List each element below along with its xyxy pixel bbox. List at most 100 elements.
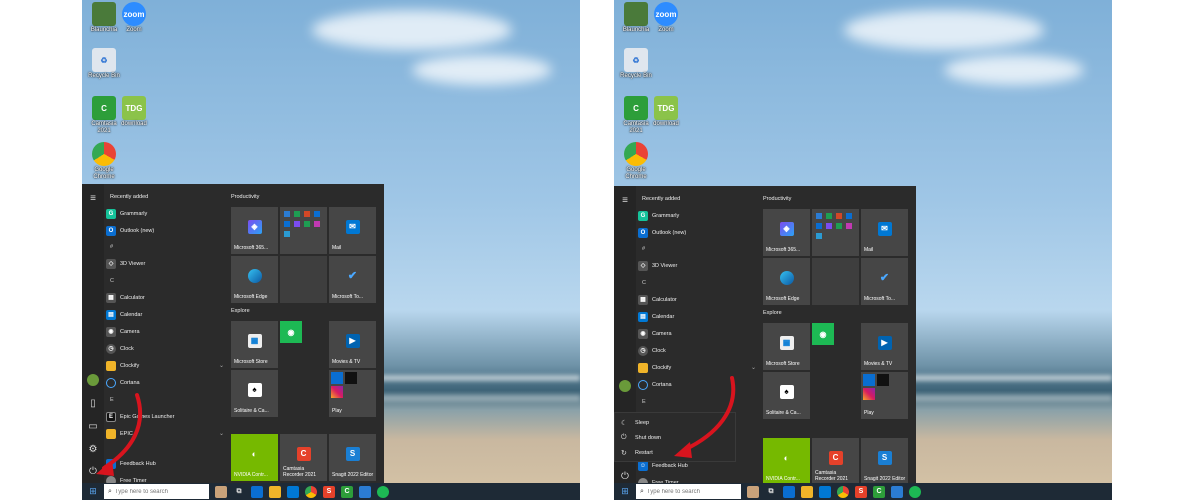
tile-mail[interactable]: ✉ Mail xyxy=(329,207,376,254)
tile-nvidia[interactable]: ◐ NVIDIA Contr... xyxy=(231,434,278,481)
tile-office-group[interactable] xyxy=(280,207,327,254)
file-explorer-icon[interactable] xyxy=(801,485,813,498)
desktop-icon-recycle-bin[interactable]: ♻ Recycle Bin xyxy=(616,48,656,80)
spotify-taskbar-icon[interactable] xyxy=(909,485,921,498)
desktop-icon-chrome[interactable]: Google Chrome xyxy=(84,142,124,181)
tile-microsoft-store[interactable]: ▦ Microsoft Store xyxy=(763,323,810,370)
app-calculator[interactable]: ▦ Calculator xyxy=(106,290,224,305)
tile-spotify[interactable]: ◉ xyxy=(812,323,834,345)
tile-snagit[interactable]: S Snagit 2022 Editor xyxy=(861,438,908,485)
windows-start-icon[interactable]: ⊞ xyxy=(82,483,104,500)
desktop-icon-zoom[interactable]: zoom Zoom xyxy=(114,2,154,34)
section-e[interactable]: E xyxy=(110,397,114,403)
search-input[interactable] xyxy=(646,488,739,495)
app-camera[interactable]: ◉ Camera xyxy=(106,324,224,339)
app-grammarly[interactable]: G Grammarly xyxy=(106,206,224,221)
desktop-icon-chrome[interactable]: Google Chrome xyxy=(616,142,656,181)
desktop-icon-zoom[interactable]: zoom Zoom xyxy=(646,2,686,34)
tile-spotify[interactable]: ◉ xyxy=(280,321,302,343)
taskbar-search-box[interactable]: ⌕ xyxy=(104,484,209,499)
hamburger-menu-icon[interactable]: ≡ xyxy=(619,194,631,206)
app-calculator[interactable]: ▦ Calculator xyxy=(638,292,756,307)
taskbar-app-icon[interactable] xyxy=(747,485,759,498)
task-view-icon[interactable]: ⧉ xyxy=(233,486,245,498)
app-feedback-hub[interactable]: ☺ Feedback Hub xyxy=(106,456,224,471)
tile-microsoft-edge[interactable]: Microsoft Edge xyxy=(763,258,810,305)
section-c[interactable]: C xyxy=(642,280,646,286)
power-icon[interactable]: ⏻ xyxy=(87,465,99,477)
camtasia-taskbar-icon[interactable]: C xyxy=(873,485,885,498)
tile-microsoft-365[interactable]: ◈ Microsoft 365... xyxy=(763,209,810,256)
tile-movies-tv[interactable]: ▶ Movies & TV xyxy=(329,321,376,368)
spotify-taskbar-icon[interactable] xyxy=(377,485,389,498)
snagit-taskbar-icon[interactable]: S xyxy=(855,485,867,498)
word-taskbar-icon[interactable] xyxy=(359,485,371,498)
tile-microsoft-store[interactable]: ▦ Microsoft Store xyxy=(231,321,278,368)
documents-icon[interactable]: ▯ xyxy=(87,397,99,409)
search-input[interactable] xyxy=(114,488,207,495)
pictures-icon[interactable]: ▭ xyxy=(87,420,99,432)
tile-camtasia[interactable]: C Camtasia Recorder 2021 xyxy=(812,438,859,485)
tile-solitaire[interactable]: ♠ Solitaire & Ca... xyxy=(231,370,278,417)
tile-microsoft-365[interactable]: ◈ Microsoft 365... xyxy=(231,207,278,254)
hamburger-menu-icon[interactable]: ≡ xyxy=(87,192,99,204)
camtasia-taskbar-icon[interactable]: C xyxy=(341,485,353,498)
sleep-option[interactable]: ☾ Sleep xyxy=(621,416,649,430)
chrome-taskbar-icon[interactable] xyxy=(305,485,317,498)
taskbar-search-box[interactable]: ⌕ xyxy=(636,484,741,499)
shutdown-option[interactable]: ⏻ Shut down xyxy=(621,431,661,445)
app-grammarly[interactable]: G Grammarly xyxy=(638,208,756,223)
app-outlook[interactable]: O Outlook (new) xyxy=(638,225,756,240)
app-clockify[interactable]: Clockify ⌄ xyxy=(638,360,756,375)
mail-taskbar-icon[interactable] xyxy=(819,485,831,498)
tile-microsoft-todo[interactable]: ✔ Microsoft To... xyxy=(329,256,376,303)
tile-solitaire[interactable]: ♠ Solitaire & Ca... xyxy=(763,372,810,419)
taskbar-app-icon[interactable] xyxy=(215,485,227,498)
settings-gear-icon[interactable]: ⚙ xyxy=(87,443,99,455)
user-avatar[interactable] xyxy=(619,380,631,392)
app-camera[interactable]: ◉ Camera xyxy=(638,326,756,341)
tile-snagit[interactable]: S Snagit 2022 Editor xyxy=(329,434,376,481)
app-clockify[interactable]: Clockify ⌄ xyxy=(106,358,224,373)
task-view-icon[interactable]: ⧉ xyxy=(765,486,777,498)
tile-nvidia[interactable]: ◐ NVIDIA Contr... xyxy=(763,438,810,485)
file-explorer-icon[interactable] xyxy=(269,485,281,498)
section-hash[interactable]: # xyxy=(110,244,113,250)
app-calendar[interactable]: ▤ Calendar xyxy=(638,309,756,324)
edge-taskbar-icon[interactable] xyxy=(783,485,795,498)
user-avatar[interactable] xyxy=(87,374,99,386)
desktop-icon-recycle-bin[interactable]: ♻ Recycle Bin xyxy=(84,48,124,80)
power-icon[interactable]: ⏻ xyxy=(619,470,631,482)
section-hash[interactable]: # xyxy=(642,246,645,252)
section-e[interactable]: E xyxy=(642,399,646,405)
tile-play[interactable]: Play xyxy=(861,372,908,419)
desktop-icon-download[interactable]: TDG download xyxy=(114,96,154,128)
desktop-icon-download[interactable]: TDG download xyxy=(646,96,686,128)
mail-taskbar-icon[interactable] xyxy=(287,485,299,498)
app-3d-viewer[interactable]: ◇ 3D Viewer xyxy=(106,256,224,271)
app-epic-games[interactable]: E Epic Games Launcher xyxy=(106,409,224,424)
tile-play[interactable]: Play xyxy=(329,370,376,417)
tile-mail[interactable]: ✉ Mail xyxy=(861,209,908,256)
word-taskbar-icon[interactable] xyxy=(891,485,903,498)
tile-camtasia[interactable]: C Camtasia Recorder 2021 xyxy=(280,434,327,481)
edge-taskbar-icon[interactable] xyxy=(251,485,263,498)
chrome-taskbar-icon[interactable] xyxy=(837,485,849,498)
app-outlook[interactable]: O Outlook (new) xyxy=(106,223,224,238)
restart-option[interactable]: ↻ Restart xyxy=(621,446,653,460)
app-clock[interactable]: ◷ Clock xyxy=(106,341,224,356)
tile-office-group[interactable] xyxy=(812,209,859,256)
app-3d-viewer[interactable]: ◇ 3D Viewer xyxy=(638,258,756,273)
group-productivity-label: Productivity xyxy=(763,196,792,202)
snagit-taskbar-icon[interactable]: S xyxy=(323,485,335,498)
tile-microsoft-todo[interactable]: ✔ Microsoft To... xyxy=(861,258,908,305)
tile-movies-tv[interactable]: ▶ Movies & TV xyxy=(861,323,908,370)
app-clock[interactable]: ◷ Clock xyxy=(638,343,756,358)
app-epic-folder[interactable]: EPIC ⌄ xyxy=(106,426,224,441)
windows-start-icon[interactable]: ⊞ xyxy=(614,483,636,500)
tile-microsoft-edge[interactable]: Microsoft Edge xyxy=(231,256,278,303)
section-c[interactable]: C xyxy=(110,278,114,284)
app-calendar[interactable]: ▤ Calendar xyxy=(106,307,224,322)
app-cortana[interactable]: Cortana xyxy=(106,375,224,390)
app-cortana[interactable]: Cortana xyxy=(638,377,756,392)
